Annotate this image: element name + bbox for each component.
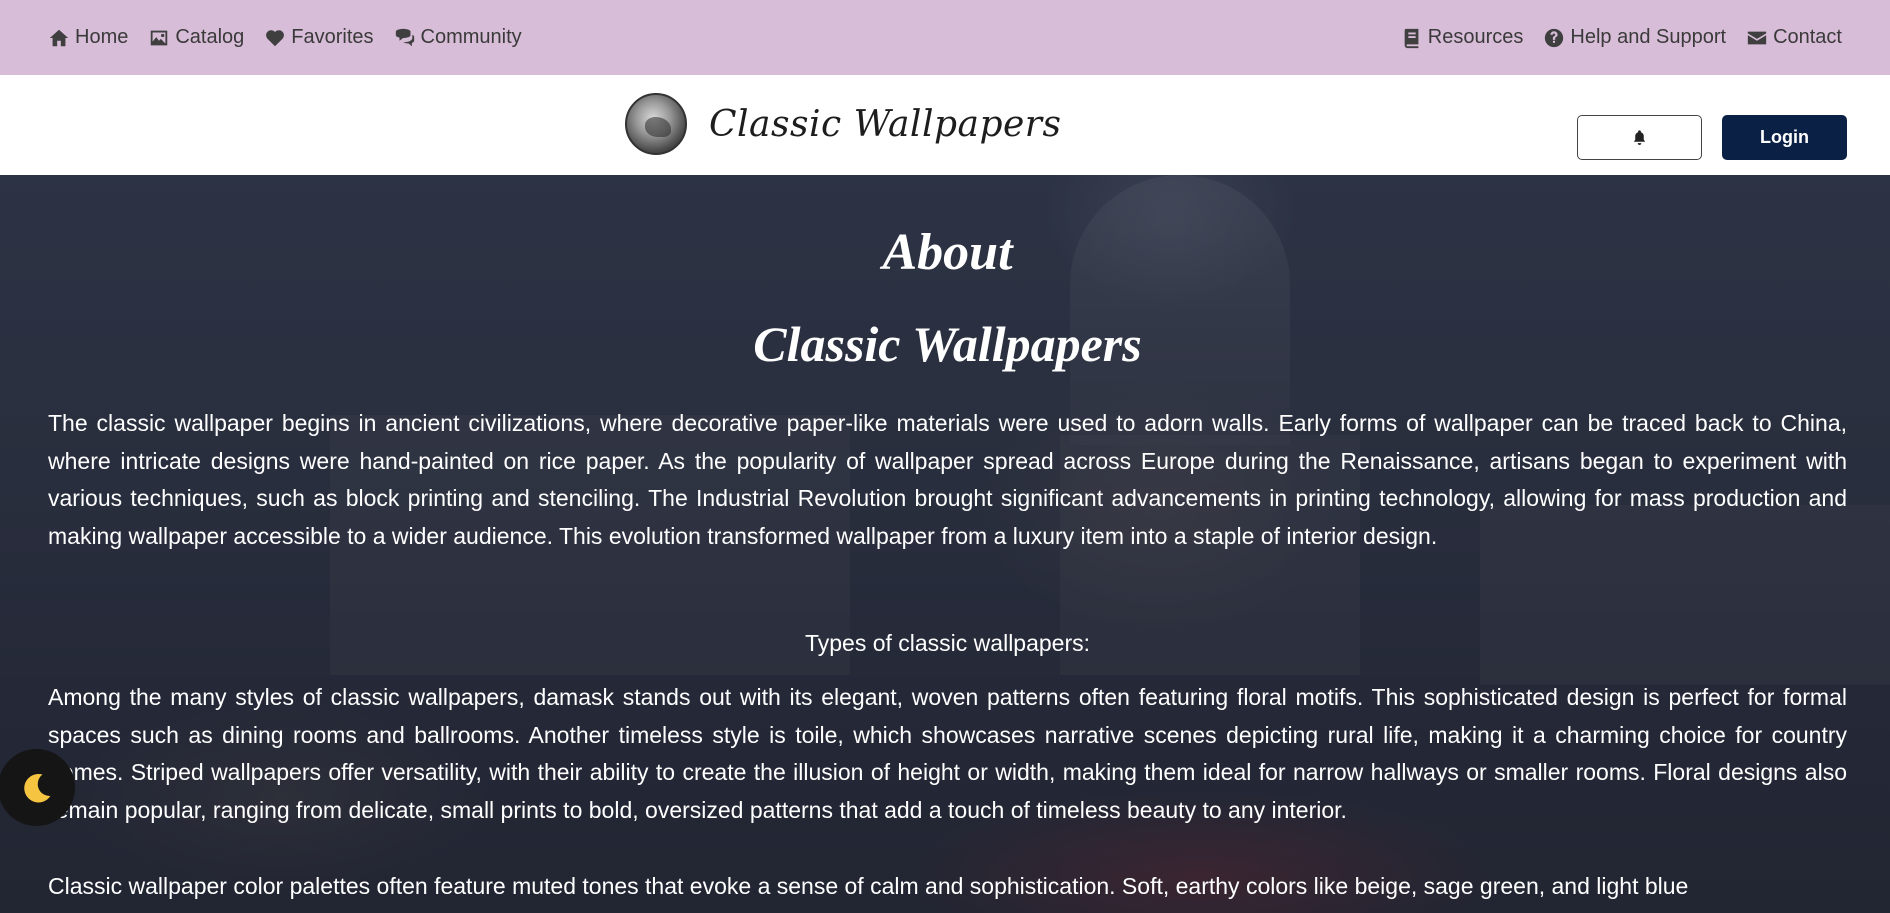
bell-icon <box>1633 130 1646 145</box>
comments-icon <box>395 28 414 46</box>
login-button[interactable]: Login <box>1722 115 1847 160</box>
theme-toggle-button[interactable] <box>0 749 75 826</box>
nav-catalog-link[interactable]: Catalog <box>148 26 244 49</box>
brand[interactable]: Classic Wallpapers <box>625 93 1062 155</box>
types-paragraph: Among the many styles of classic wallpap… <box>48 684 1847 823</box>
history-paragraph: The classic wallpaper begins in ancient … <box>48 410 1847 549</box>
home-icon <box>49 29 69 46</box>
nav-favorites-label: Favorites <box>291 26 374 48</box>
book-icon <box>1404 28 1419 48</box>
nav-home-label: Home <box>75 26 129 48</box>
nav-help-link[interactable]: Help and Support <box>1543 26 1726 49</box>
site-header: Classic Wallpapers Login <box>0 75 1890 175</box>
nav-community-label: Community <box>420 26 522 48</box>
nav-contact-label: Contact <box>1773 26 1842 48</box>
nav-right-group: Resources Help and Support Contact <box>1401 26 1842 49</box>
envelope-icon <box>1747 31 1767 44</box>
brand-name: Classic Wallpapers <box>709 103 1062 145</box>
image-icon <box>151 30 168 45</box>
nav-home-link[interactable]: Home <box>48 26 128 49</box>
nav-resources-link[interactable]: Resources <box>1401 26 1524 49</box>
heart-icon <box>266 29 285 46</box>
nav-resources-label: Resources <box>1427 26 1524 48</box>
page-title: Classic Wallpapers <box>753 316 1142 372</box>
nav-contact-link[interactable]: Contact <box>1746 26 1842 49</box>
moon-icon <box>23 773 50 802</box>
nav-favorites-link[interactable]: Favorites <box>264 26 374 49</box>
logo-image <box>625 93 687 155</box>
question-circle-icon <box>1545 28 1564 47</box>
about-heading: About <box>882 224 1013 281</box>
top-navigation: Home Catalog Favorites Community Resourc… <box>0 0 1890 75</box>
types-subheading: Types of classic wallpapers: <box>804 630 1091 656</box>
nav-help-label: Help and Support <box>1570 26 1727 48</box>
nav-community-link[interactable]: Community <box>394 26 522 49</box>
nav-catalog-label: Catalog <box>175 26 245 48</box>
notifications-button[interactable] <box>1577 115 1702 160</box>
colors-paragraph: Classic wallpaper color palettes often f… <box>48 873 1689 899</box>
nav-left-group: Home Catalog Favorites Community <box>48 26 522 49</box>
about-section: About Classic Wallpapers The classic wal… <box>0 175 1890 913</box>
